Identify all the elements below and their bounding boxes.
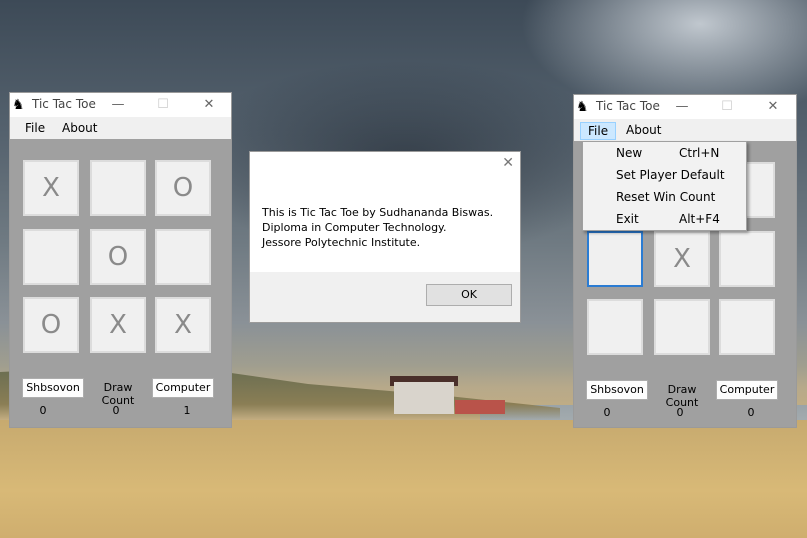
menu-item-shortcut: Alt+F4 [679, 212, 720, 226]
board-cell[interactable] [90, 160, 146, 216]
dialog-line: This is Tic Tac Toe by Sudhananda Biswas… [262, 206, 494, 219]
board-cell[interactable] [587, 299, 643, 355]
board-cell[interactable]: O [23, 297, 79, 353]
menu-item-label: Reset Win Count [616, 190, 716, 204]
chess-knight-icon: ♞ [12, 97, 25, 113]
board-cell[interactable]: X [23, 160, 79, 216]
menu-item-new[interactable]: New Ctrl+N [583, 143, 746, 165]
player-name-button[interactable]: Shbsovon [22, 378, 84, 398]
window-title: Tic Tac Toe [596, 99, 660, 113]
left-game-window: ♞ Tic Tac Toe — ☐ ✕ File About X O O O X… [9, 92, 232, 428]
window-title: Tic Tac Toe [32, 97, 96, 111]
menu-bar: File About [10, 117, 231, 139]
menu-item-label: New [616, 146, 643, 160]
minimize-button[interactable]: — [666, 95, 698, 119]
minimize-button[interactable]: — [102, 93, 134, 117]
close-button[interactable]: ✕ [757, 95, 789, 119]
menu-about[interactable]: About [626, 123, 661, 137]
close-button[interactable]: ✕ [193, 93, 225, 117]
board-cell[interactable]: X [654, 231, 710, 287]
right-title-bar[interactable]: ♞ Tic Tac Toe — ☐ ✕ [574, 95, 796, 119]
dialog-message: This is Tic Tac Toe by Sudhananda Biswas… [262, 205, 493, 250]
maximize-button[interactable]: ☐ [711, 95, 743, 119]
computer-button[interactable]: Computer [152, 378, 214, 398]
board-cell[interactable] [155, 229, 211, 285]
dialog-footer: OK [250, 272, 520, 322]
draw-score: 0 [112, 404, 120, 417]
player-score: 0 [603, 406, 611, 419]
game-board-area: X O O O X X Shbsovon Draw Count Computer… [10, 139, 231, 427]
menu-item-exit[interactable]: Exit Alt+F4 [583, 209, 746, 231]
board-cell[interactable] [587, 231, 643, 287]
dialog-line: Jessore Polytechnic Institute. [262, 236, 421, 249]
board-cell[interactable] [719, 231, 775, 287]
menu-file[interactable]: File [25, 121, 45, 135]
menu-item-shortcut: Ctrl+N [679, 146, 720, 160]
dialog-line: Diploma in Computer Technology. [262, 221, 447, 234]
board-cell[interactable] [23, 229, 79, 285]
chess-knight-icon: ♞ [576, 99, 589, 115]
computer-score: 0 [747, 406, 755, 419]
menu-item-set-player-default[interactable]: Set Player Default [583, 165, 746, 187]
board-cell[interactable] [654, 299, 710, 355]
left-title-bar[interactable]: ♞ Tic Tac Toe — ☐ ✕ [10, 93, 231, 117]
board-cell[interactable]: O [155, 160, 211, 216]
menu-about[interactable]: About [62, 121, 97, 135]
about-dialog: ✕ This is Tic Tac Toe by Sudhananda Bisw… [249, 151, 521, 323]
menu-item-label: Set Player Default [616, 168, 725, 182]
board-cell[interactable]: X [90, 297, 146, 353]
menu-file[interactable]: File [580, 122, 617, 140]
player-score: 0 [39, 404, 47, 417]
file-dropdown-menu: New Ctrl+N Set Player Default Reset Win … [582, 141, 747, 231]
board-cell[interactable]: X [155, 297, 211, 353]
close-icon[interactable]: ✕ [502, 155, 514, 171]
menu-bar: File About [574, 119, 796, 141]
maximize-button[interactable]: ☐ [147, 93, 179, 117]
board-cell[interactable]: O [90, 229, 146, 285]
menu-item-label: Exit [616, 212, 639, 226]
player-name-button[interactable]: Shbsovon [586, 380, 648, 400]
computer-score: 1 [183, 404, 191, 417]
board-cell[interactable] [719, 299, 775, 355]
computer-button[interactable]: Computer [716, 380, 778, 400]
ok-button[interactable]: OK [426, 284, 512, 306]
draw-score: 0 [676, 406, 684, 419]
menu-item-reset-win-count[interactable]: Reset Win Count [583, 187, 746, 209]
